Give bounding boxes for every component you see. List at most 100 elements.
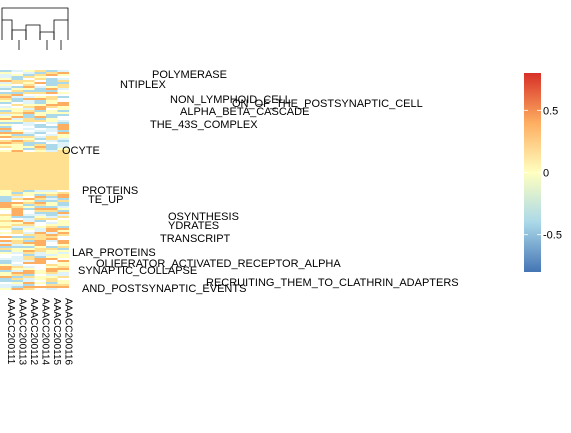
heatmap-cell — [57, 172, 69, 174]
heatmap-cell — [0, 162, 12, 164]
heatmap-cell — [0, 256, 12, 258]
heatmap-cell — [57, 174, 69, 176]
heatmap-cell — [57, 84, 69, 86]
heatmap-cell — [23, 214, 35, 216]
heatmap-cell — [0, 260, 12, 262]
heatmap-cell — [57, 194, 69, 196]
heatmap-cell — [11, 160, 23, 162]
heatmap-cell — [46, 210, 58, 212]
heatmap-cell — [46, 132, 58, 134]
heatmap-cell — [57, 270, 69, 272]
heatmap-cell — [0, 136, 12, 138]
heatmap-cell — [11, 196, 23, 198]
heatmap-cell — [57, 276, 69, 278]
heatmap-cell — [0, 236, 12, 238]
heatmap-cell — [11, 232, 23, 234]
heatmap-cell — [11, 74, 23, 76]
heatmap-cell — [57, 90, 69, 92]
heatmap-cell — [23, 76, 35, 78]
heatmap-cell — [0, 218, 12, 220]
heatmap-cell — [23, 158, 35, 160]
heatmap-cell — [11, 202, 23, 204]
heatmap-cell — [23, 116, 35, 118]
heatmap-cell — [11, 198, 23, 200]
heatmap-cell — [23, 122, 35, 124]
heatmap-cell — [0, 240, 12, 242]
heatmap-cell — [34, 160, 46, 162]
heatmap-cell — [11, 244, 23, 246]
heatmap-cell — [46, 126, 58, 128]
heatmap-cell — [11, 158, 23, 160]
heatmap-cell — [34, 110, 46, 112]
heatmap-cell — [57, 234, 69, 236]
heatmap-cell — [23, 246, 35, 248]
heatmap-cell — [57, 86, 69, 88]
heatmap-cell — [34, 104, 46, 106]
heatmap-cell — [57, 132, 69, 134]
heatmap-cell — [0, 276, 12, 278]
heatmap-cell — [11, 84, 23, 86]
heatmap-cell — [46, 130, 58, 132]
heatmap-cell — [23, 226, 35, 228]
heatmap-cell — [23, 278, 35, 280]
heatmap-cell — [23, 166, 35, 168]
column-label: AAACC200116 — [63, 298, 74, 366]
heatmap-cell — [57, 200, 69, 202]
heatmap-cell — [23, 218, 35, 220]
heatmap-cell — [34, 262, 46, 264]
heatmap-cell — [46, 112, 58, 114]
heatmap-cell — [46, 138, 58, 140]
heatmap-cell — [46, 170, 58, 172]
heatmap-cell — [0, 110, 12, 112]
heatmap-cell — [11, 186, 23, 188]
heatmap-cell — [0, 106, 12, 108]
heatmap-cell — [34, 198, 46, 200]
heatmap-cell — [57, 162, 69, 164]
heatmap-cell — [34, 268, 46, 270]
heatmap-cell — [11, 218, 23, 220]
heatmap-cell — [11, 226, 23, 228]
heatmap-cell — [23, 208, 35, 210]
heatmap-cell — [46, 84, 58, 86]
heatmap-cell — [46, 246, 58, 248]
heatmap-cell — [11, 188, 23, 190]
heatmap-cell — [11, 144, 23, 146]
heatmap-cell — [11, 126, 23, 128]
heatmap-cell — [23, 124, 35, 126]
heatmap-cell — [11, 246, 23, 248]
heatmap-cell — [11, 108, 23, 110]
heatmap-cell — [34, 168, 46, 170]
heatmap-cell — [34, 288, 46, 290]
heatmap-cell — [11, 76, 23, 78]
heatmap-cell — [34, 220, 46, 222]
heatmap-cell — [46, 110, 58, 112]
heatmap-cell — [11, 182, 23, 184]
heatmap-cell — [46, 258, 58, 260]
heatmap-cell — [46, 104, 58, 106]
heatmap-cell — [46, 174, 58, 176]
heatmap-cell — [23, 178, 35, 180]
heatmap-cell — [23, 140, 35, 142]
heatmap-cell — [34, 254, 46, 256]
heatmap-cell — [0, 76, 12, 78]
heatmap-cell — [11, 286, 23, 288]
heatmap-cell — [0, 278, 12, 280]
heatmap-cell — [57, 268, 69, 270]
heatmap-cell — [23, 204, 35, 206]
heatmap-cell — [57, 254, 69, 256]
heatmap-cell — [57, 80, 69, 82]
heatmap-cell — [11, 234, 23, 236]
heatmap-cell — [11, 200, 23, 202]
heatmap-cell — [23, 188, 35, 190]
heatmap-cell — [34, 226, 46, 228]
heatmap-cell — [34, 208, 46, 210]
heatmap-cell — [0, 130, 12, 132]
heatmap-cell — [57, 286, 69, 288]
heatmap-cell — [57, 190, 69, 192]
heatmap-cell — [11, 256, 23, 258]
heatmap-cell — [57, 228, 69, 230]
heatmap-cell — [34, 260, 46, 262]
heatmap-cell — [46, 230, 58, 232]
heatmap-cell — [11, 150, 23, 152]
heatmap-cell — [23, 256, 35, 258]
